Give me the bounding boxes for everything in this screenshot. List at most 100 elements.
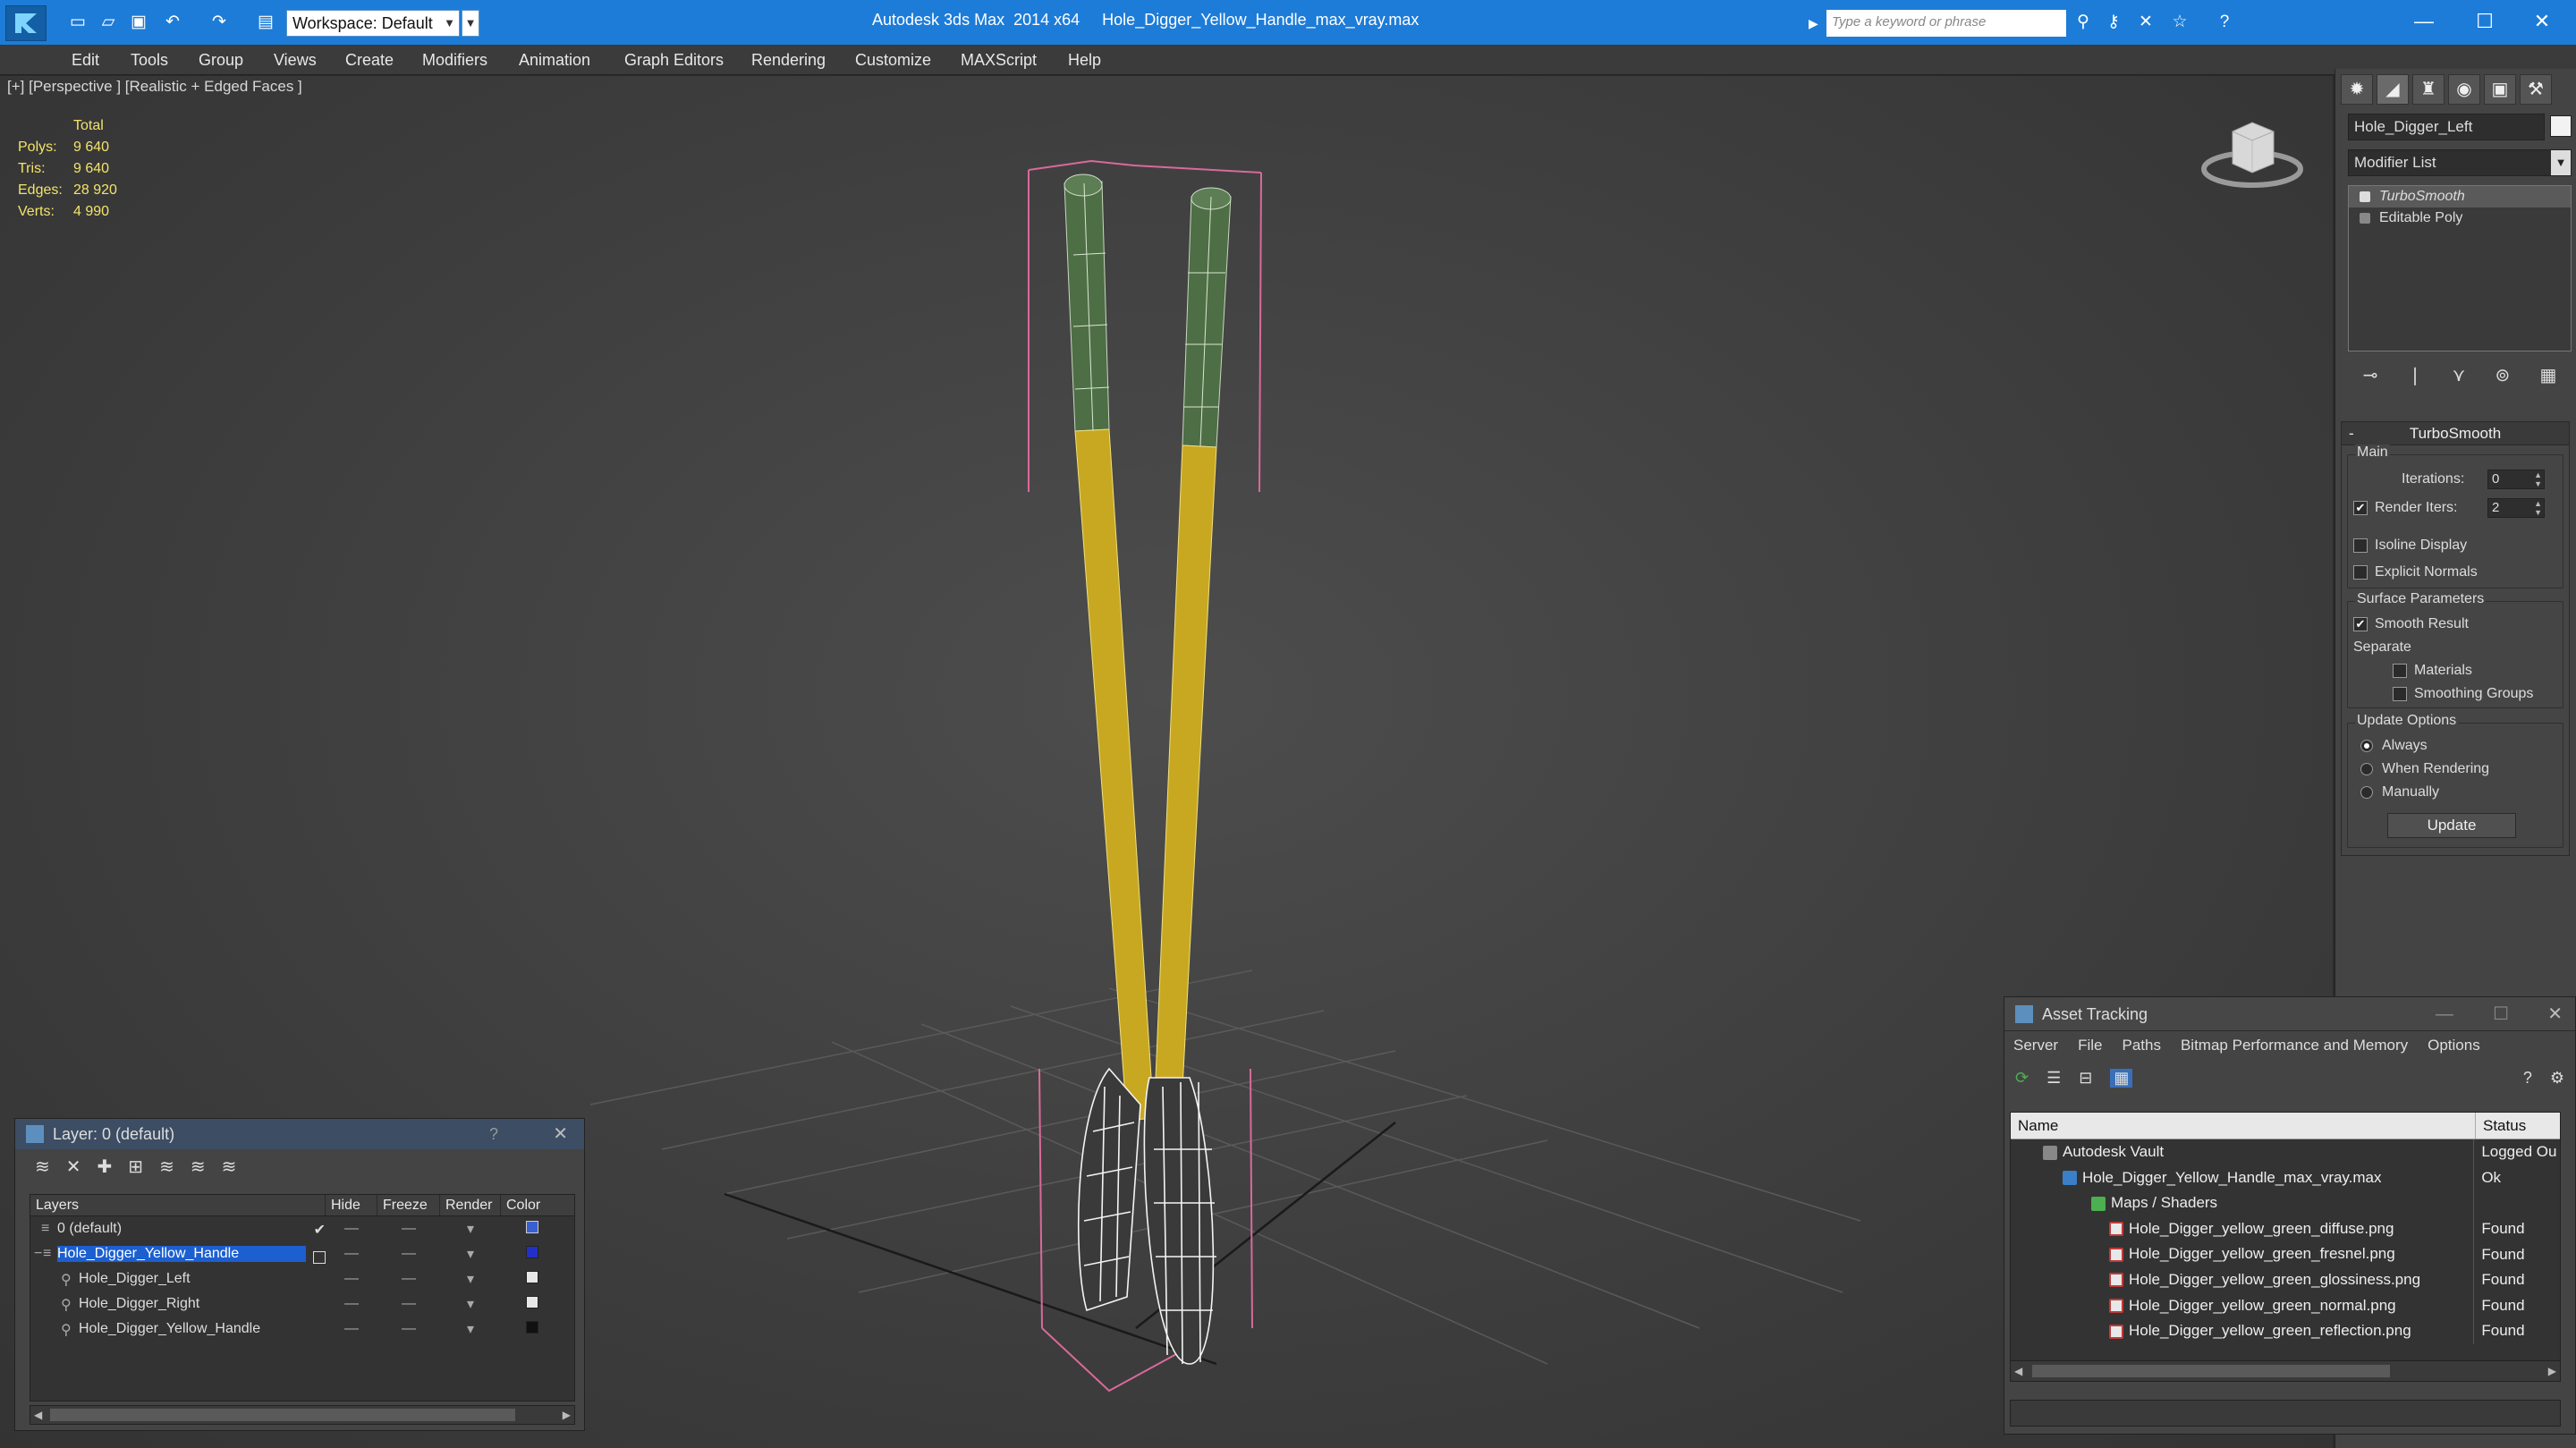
- column-header-layers[interactable]: Layers: [30, 1195, 326, 1215]
- smoothing-groups-row[interactable]: Smoothing Groups: [2393, 686, 2533, 702]
- freeze-toggle[interactable]: —: [377, 1246, 440, 1262]
- column-header-name[interactable]: Name: [2011, 1113, 2476, 1139]
- menu-graph-editors[interactable]: Graph Editors: [624, 45, 724, 75]
- make-active-icon[interactable]: [313, 1251, 326, 1264]
- column-header-color[interactable]: Color: [501, 1195, 564, 1215]
- manually-radio[interactable]: [2360, 785, 2373, 799]
- close-icon[interactable]: ✕: [2547, 997, 2563, 1031]
- layer-color-swatch[interactable]: [526, 1295, 538, 1308]
- asset-row[interactable]: Hole_Digger_yellow_green_normal.png Foun…: [2011, 1292, 2560, 1319]
- layer-row[interactable]: ⚲ Hole_Digger_Left — — ▾: [30, 1266, 574, 1291]
- binoculars-icon[interactable]: ⚲: [2072, 12, 2095, 33]
- always-row[interactable]: Always: [2360, 738, 2428, 754]
- freeze-all-layers-icon[interactable]: ≋: [222, 1156, 237, 1178]
- freeze-toggle[interactable]: —: [377, 1271, 440, 1287]
- expand-icon[interactable]: [2360, 213, 2370, 224]
- render-toggle-icon[interactable]: ▾: [440, 1320, 501, 1338]
- refresh-icon[interactable]: ⟳: [2015, 1069, 2029, 1088]
- always-radio[interactable]: [2360, 739, 2373, 752]
- asset-row[interactable]: Hole_Digger_yellow_green_fresnel.png Fou…: [2011, 1241, 2560, 1267]
- freeze-toggle[interactable]: —: [377, 1221, 440, 1237]
- show-end-result-icon[interactable]: ❘: [2408, 364, 2423, 386]
- add-to-layer-icon[interactable]: ✚: [97, 1156, 113, 1178]
- smooth-result-checkbox[interactable]: ✔: [2353, 616, 2368, 631]
- communication-icon[interactable]: ✕: [2134, 12, 2157, 33]
- motion-tab-icon[interactable]: ◉: [2448, 74, 2480, 105]
- column-header-freeze[interactable]: Freeze: [377, 1195, 440, 1215]
- scroll-right-icon[interactable]: ▶: [2548, 1361, 2556, 1381]
- project-folder-icon[interactable]: ▤: [254, 12, 277, 33]
- render-toggle-icon[interactable]: ▾: [440, 1270, 501, 1288]
- search-expand-icon[interactable]: ▶: [1809, 11, 1825, 36]
- column-header-hide[interactable]: Hide: [326, 1195, 377, 1215]
- menu-create[interactable]: Create: [345, 45, 394, 75]
- menu-animation[interactable]: Animation: [519, 45, 590, 75]
- scroll-left-icon[interactable]: ◀: [34, 1406, 42, 1424]
- render-iters-spinner[interactable]: 2 ▲ ▼: [2487, 498, 2545, 518]
- layer-color-cell[interactable]: [501, 1245, 564, 1263]
- asset-row[interactable]: Hole_Digger_yellow_green_diffuse.png Fou…: [2011, 1215, 2560, 1242]
- explicit-normals-row[interactable]: Explicit Normals: [2353, 564, 2478, 580]
- maximize-icon[interactable]: ☐: [2493, 997, 2509, 1031]
- rollout-title[interactable]: - TurboSmooth: [2342, 422, 2569, 445]
- close-icon[interactable]: ✕: [2515, 4, 2569, 39]
- create-tab-icon[interactable]: ✹: [2341, 74, 2373, 105]
- app-logo-icon[interactable]: [5, 5, 47, 41]
- pin-stack-icon[interactable]: ⊸: [2363, 364, 2378, 386]
- menu-views[interactable]: Views: [274, 45, 317, 75]
- hide-toggle[interactable]: —: [326, 1321, 377, 1337]
- minimize-icon[interactable]: —: [2397, 4, 2451, 39]
- spinner-arrows-icon[interactable]: ▲ ▼: [2534, 499, 2542, 517]
- hide-toggle[interactable]: —: [326, 1221, 377, 1237]
- column-header-render[interactable]: Render: [440, 1195, 501, 1215]
- minimize-icon[interactable]: —: [2436, 997, 2453, 1031]
- configure-modifier-sets-icon[interactable]: ▦: [2539, 364, 2556, 386]
- undo-icon[interactable]: ↶: [161, 12, 184, 33]
- render-toggle-icon[interactable]: ▾: [440, 1245, 501, 1263]
- render-toggle-icon[interactable]: ▾: [440, 1220, 501, 1238]
- close-icon[interactable]: ✕: [553, 1119, 568, 1149]
- menu-help[interactable]: Help: [1068, 45, 1101, 75]
- render-iters-row[interactable]: ✔ Render Iters:: [2353, 500, 2457, 516]
- new-layer-icon[interactable]: ≋: [35, 1156, 50, 1178]
- hide-toggle[interactable]: —: [326, 1271, 377, 1287]
- scrollbar-thumb[interactable]: [50, 1409, 515, 1421]
- asset-row[interactable]: Hole_Digger_yellow_green_glossiness.png …: [2011, 1266, 2560, 1293]
- layer-row[interactable]: ≡ 0 (default) ✔ — — ▾: [30, 1216, 574, 1241]
- layer-row[interactable]: − ≡ Hole_Digger_Yellow_Handle — — ▾: [30, 1241, 574, 1266]
- object-color-swatch[interactable]: [2550, 115, 2572, 137]
- menu-tools[interactable]: Tools: [131, 45, 168, 75]
- stack-item-editable-poly[interactable]: Editable Poly: [2349, 207, 2571, 229]
- hierarchy-tab-icon[interactable]: ♜: [2412, 74, 2445, 105]
- render-toggle-icon[interactable]: ▾: [440, 1295, 501, 1313]
- make-unique-icon[interactable]: ⋎: [2453, 364, 2466, 386]
- scroll-left-icon[interactable]: ◀: [2014, 1361, 2022, 1381]
- menu-modifiers[interactable]: Modifiers: [422, 45, 487, 75]
- update-button[interactable]: Update: [2387, 813, 2516, 838]
- select-objects-icon[interactable]: ⊞: [128, 1156, 143, 1178]
- help-icon[interactable]: ?: [489, 1119, 498, 1149]
- tree-view-icon[interactable]: ⊟: [2079, 1069, 2092, 1088]
- stack-item-turbosmooth[interactable]: TurboSmooth: [2349, 186, 2571, 207]
- hide-toggle[interactable]: —: [326, 1296, 377, 1312]
- freeze-toggle[interactable]: —: [377, 1296, 440, 1312]
- object-name-field[interactable]: Hole_Digger_Left: [2348, 114, 2545, 140]
- horizontal-scrollbar[interactable]: ◀ ▶: [30, 1405, 575, 1425]
- lightbulb-icon[interactable]: [2360, 191, 2370, 202]
- maximize-icon[interactable]: ☐: [2458, 4, 2512, 39]
- layer-color-cell[interactable]: [501, 1320, 564, 1338]
- menu-rendering[interactable]: Rendering: [751, 45, 826, 75]
- smoothing-groups-checkbox[interactable]: [2393, 686, 2407, 701]
- layer-color-swatch[interactable]: [526, 1245, 538, 1258]
- menu-edit[interactable]: Edit: [72, 45, 99, 75]
- manually-row[interactable]: Manually: [2360, 784, 2439, 800]
- layer-color-cell[interactable]: [501, 1270, 564, 1288]
- column-header-status[interactable]: Status: [2476, 1113, 2526, 1139]
- horizontal-scrollbar[interactable]: ◀ ▶: [2010, 1360, 2561, 1382]
- remove-modifier-icon[interactable]: ⊚: [2495, 364, 2510, 386]
- open-file-icon[interactable]: ▱: [97, 12, 120, 33]
- asset-menu-server[interactable]: Server: [2013, 1031, 2058, 1060]
- layer-color-cell[interactable]: [501, 1220, 564, 1238]
- active-checkmark-icon[interactable]: ✔: [314, 1221, 326, 1239]
- menu-customize[interactable]: Customize: [855, 45, 931, 75]
